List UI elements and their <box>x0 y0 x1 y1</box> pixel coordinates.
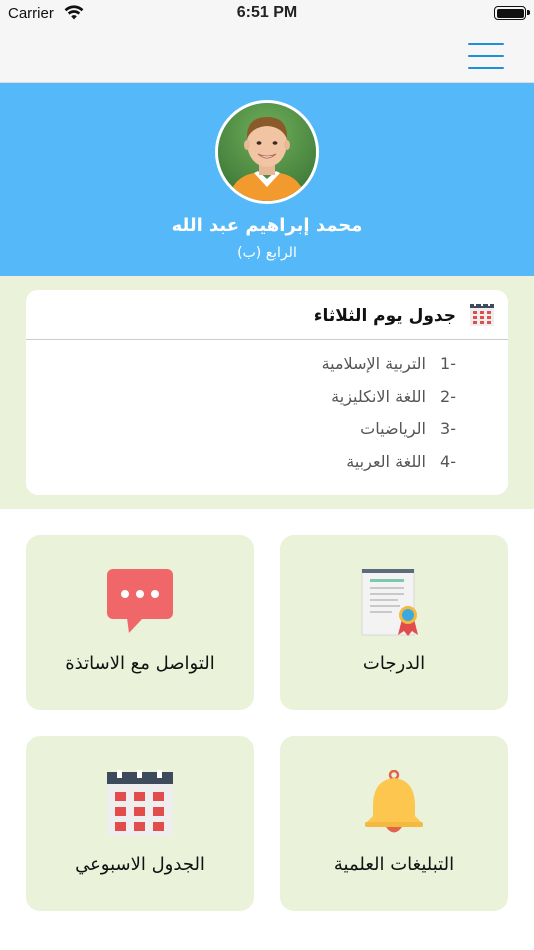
menu-line-icon <box>468 43 504 45</box>
chat-bubble-icon <box>107 569 173 633</box>
subject-name: اللغة الانكليزية <box>331 386 426 406</box>
tile-label: الدرجات <box>362 653 426 674</box>
tile-icon-wrap <box>280 569 508 639</box>
student-photo <box>218 103 316 201</box>
list-item: -3 الرياضيات <box>322 419 456 452</box>
menu-line-icon <box>468 67 504 69</box>
list-item: -1 التربية الإسلامية <box>322 354 456 387</box>
tile-label: التبليغات العلمية <box>333 854 455 875</box>
tile-icon-wrap <box>26 770 254 840</box>
clock: 6:51 PM <box>236 4 298 21</box>
schedule-list: -1 التربية الإسلامية -2 اللغة الانكليزية… <box>322 354 456 484</box>
student-class: الرابع (ب) <box>237 245 297 261</box>
teachers-contact-tile-button[interactable]: التواصل مع الاساتذة <box>26 535 254 710</box>
weekly-schedule-tile-button[interactable]: الجدول الاسبوعي <box>26 736 254 911</box>
subject-name: اللغة العربية <box>346 451 426 471</box>
tile-icon-wrap <box>26 569 254 639</box>
bell-icon <box>365 770 423 833</box>
item-number: -2 <box>440 386 456 406</box>
student-profile-header: محمد إبراهيم عبد الله الرابع (ب) <box>0 83 534 276</box>
navigation-bar <box>0 28 534 83</box>
calendar-icon <box>107 770 173 836</box>
list-item: -4 اللغة العربية <box>322 452 456 485</box>
student-avatar[interactable] <box>215 100 319 204</box>
list-item: -2 اللغة الانكليزية <box>322 387 456 420</box>
item-number: -4 <box>440 451 456 471</box>
tile-icon-wrap <box>280 770 508 840</box>
student-name: محمد إبراهيم عبد الله <box>171 215 363 236</box>
grades-tile-button[interactable]: الدرجات <box>280 535 508 710</box>
item-number: -3 <box>440 419 456 438</box>
calendar-icon <box>470 303 494 326</box>
tile-label: الجدول الاسبوعي <box>75 854 205 875</box>
notices-tile-button[interactable]: التبليغات العلمية <box>280 736 508 911</box>
item-number: -1 <box>440 354 456 373</box>
schedule-header: جدول يوم الثلاثاء <box>26 290 508 340</box>
hamburger-menu-button[interactable] <box>468 43 504 69</box>
subject-name: الرياضيات <box>360 419 426 438</box>
daily-schedule-card[interactable]: جدول يوم الثلاثاء -1 التربية الإسلامية -… <box>26 290 508 495</box>
certificate-icon <box>361 569 418 636</box>
tile-label: التواصل مع الاساتذة <box>65 653 215 674</box>
menu-line-icon <box>468 55 504 57</box>
battery-icon <box>494 6 530 20</box>
schedule-title: جدول يوم الثلاثاء <box>313 306 456 326</box>
status-bar: Carrier 6:51 PM <box>0 0 534 28</box>
subject-name: التربية الإسلامية <box>321 354 426 373</box>
daily-schedule-section: جدول يوم الثلاثاء -1 التربية الإسلامية -… <box>0 276 534 509</box>
